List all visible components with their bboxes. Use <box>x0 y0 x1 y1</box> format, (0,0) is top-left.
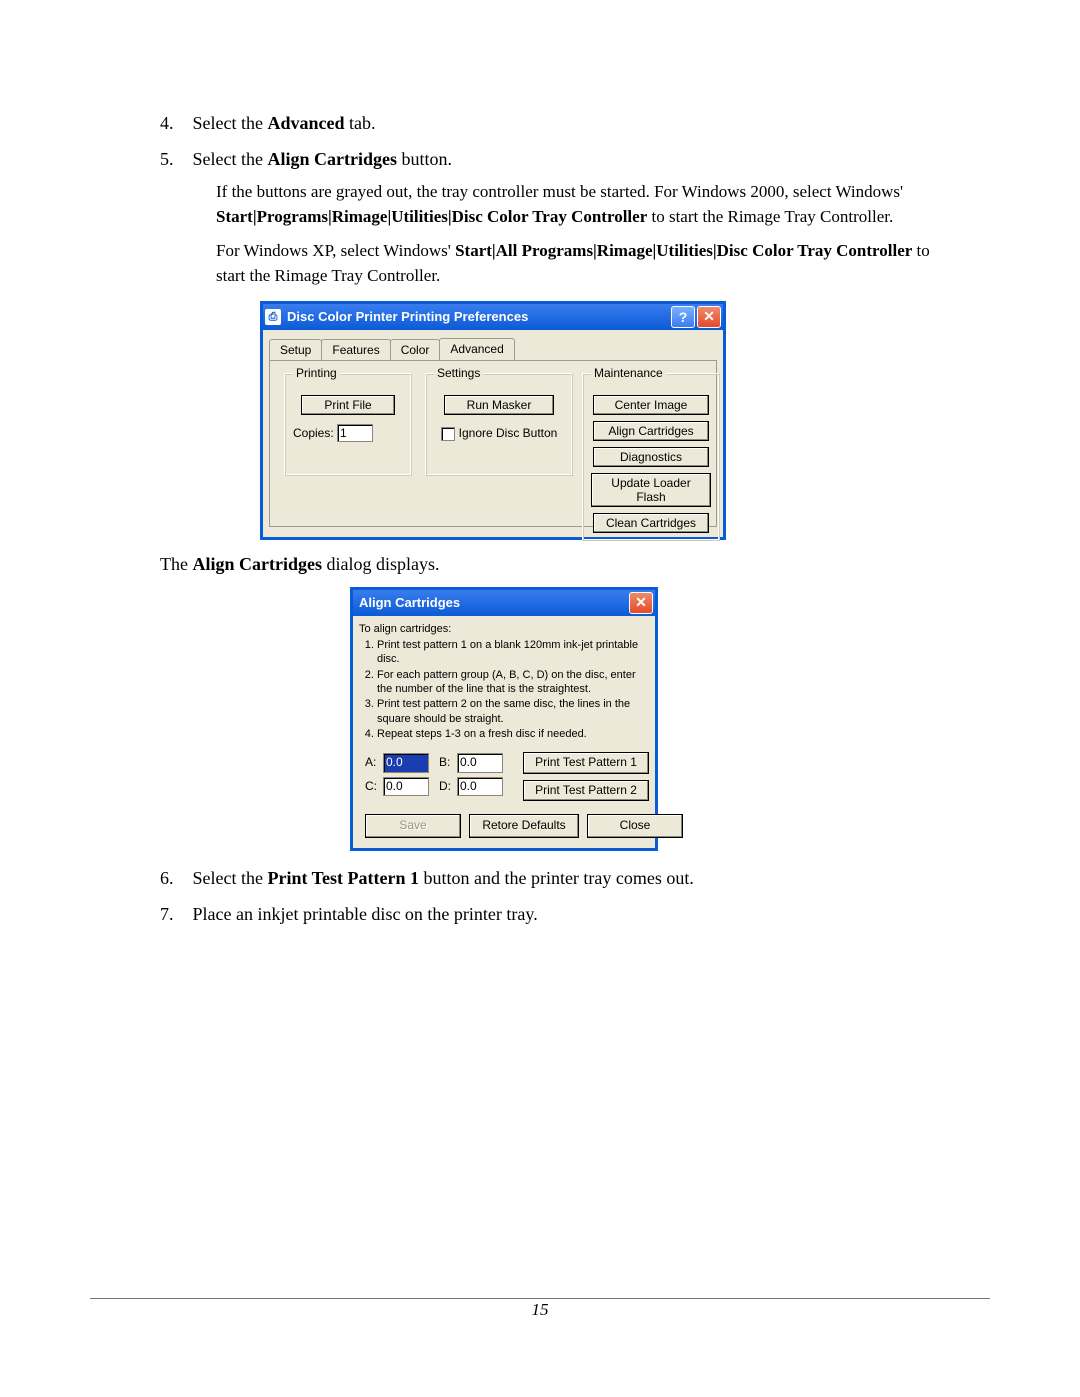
copies-input[interactable]: 1 <box>337 424 373 442</box>
page-number: 15 <box>0 1300 1080 1320</box>
instruction-list-cont: 6. Select the Print Test Pattern 1 butto… <box>160 865 960 927</box>
step-6-number: 6. <box>160 865 188 891</box>
print-test-pattern-1-button[interactable]: Print Test Pattern 1 <box>523 752 649 774</box>
group-settings: Settings Run Masker Ignore Disc Button <box>425 373 573 476</box>
input-c[interactable]: 0.0 <box>383 777 429 797</box>
print-file-button[interactable]: Print File <box>301 395 395 415</box>
step-5-text-c: button. <box>397 149 452 169</box>
step-7: 7. Place an inkjet printable disc on the… <box>188 901 960 927</box>
step-7-number: 7. <box>160 901 188 927</box>
step-5-number: 5. <box>160 146 188 172</box>
step-5-note-2: For Windows XP, select Windows' Start|Al… <box>216 239 960 288</box>
close-dialog-button[interactable]: Close <box>587 814 683 838</box>
label-a: A: <box>365 755 383 771</box>
label-d: D: <box>439 779 457 795</box>
align-intro: To align cartridges: <box>359 622 649 636</box>
printer-icon: ⎙ <box>265 309 281 325</box>
align-close-button[interactable]: ✕ <box>629 592 653 614</box>
ignore-disc-checkbox[interactable] <box>441 427 455 441</box>
align-cartridges-dialog: Align Cartridges ✕ To align cartridges: … <box>350 587 960 851</box>
step-4-text-b: Advanced <box>267 113 344 133</box>
step-5-text-b: Align Cartridges <box>267 149 397 169</box>
preferences-titlebar[interactable]: ⎙ Disc Color Printer Printing Preference… <box>263 304 723 330</box>
ignore-disc-label: Ignore Disc Button <box>459 426 558 440</box>
save-button[interactable]: Save <box>365 814 461 838</box>
step-4-text-a: Select the <box>193 113 268 133</box>
align-step-1: Print test pattern 1 on a blank 120mm in… <box>377 638 649 667</box>
tab-color[interactable]: Color <box>390 339 441 360</box>
step-4-number: 4. <box>160 110 188 136</box>
mid-paragraph: The Align Cartridges dialog displays. <box>160 554 960 575</box>
align-titlebar[interactable]: Align Cartridges ✕ <box>353 590 655 616</box>
group-maintenance-legend: Maintenance <box>591 366 666 380</box>
tab-setup[interactable]: Setup <box>269 339 322 360</box>
print-test-pattern-2-button[interactable]: Print Test Pattern 2 <box>523 780 649 802</box>
copies-label: Copies: <box>293 426 334 440</box>
step-6: 6. Select the Print Test Pattern 1 butto… <box>188 865 960 891</box>
footer-separator <box>90 1298 990 1299</box>
step-5-text-a: Select the <box>193 149 268 169</box>
label-c: C: <box>365 779 383 795</box>
group-printing: Printing Print File Copies: 1 <box>284 373 412 476</box>
input-a[interactable]: 0.0 <box>383 753 429 773</box>
preferences-title-text: Disc Color Printer Printing Preferences <box>287 309 669 324</box>
center-image-button[interactable]: Center Image <box>593 395 709 415</box>
instruction-list: 4. Select the Advanced tab. 5. Select th… <box>160 110 960 289</box>
clean-cartridges-button[interactable]: Clean Cartridges <box>593 513 709 533</box>
close-button[interactable]: ✕ <box>697 306 721 328</box>
align-step-4: Repeat steps 1-3 on a fresh disc if need… <box>377 727 649 741</box>
align-steps: Print test pattern 1 on a blank 120mm in… <box>377 638 649 741</box>
help-button[interactable]: ? <box>671 306 695 328</box>
align-step-3: Print test pattern 2 on the same disc, t… <box>377 697 649 726</box>
tab-features[interactable]: Features <box>321 339 390 360</box>
group-settings-legend: Settings <box>434 366 483 380</box>
step-5: 5. Select the Align Cartridges button. I… <box>188 146 960 289</box>
diagnostics-button[interactable]: Diagnostics <box>593 447 709 467</box>
input-b[interactable]: 0.0 <box>457 753 503 773</box>
input-d[interactable]: 0.0 <box>457 777 503 797</box>
step-5-note-1: If the buttons are grayed out, the tray … <box>216 180 960 229</box>
align-step-2: For each pattern group (A, B, C, D) on t… <box>377 668 649 697</box>
preferences-window: ⎙ Disc Color Printer Printing Preference… <box>260 301 960 540</box>
run-masker-button[interactable]: Run Masker <box>444 395 554 415</box>
update-loader-button[interactable]: Update Loader Flash <box>591 473 711 507</box>
step-4-text-c: tab. <box>345 113 376 133</box>
group-printing-legend: Printing <box>293 366 340 380</box>
step-4: 4. Select the Advanced tab. <box>188 110 960 136</box>
tab-advanced[interactable]: Advanced <box>439 338 514 360</box>
label-b: B: <box>439 755 457 771</box>
align-title-text: Align Cartridges <box>355 595 627 610</box>
align-cartridges-button[interactable]: Align Cartridges <box>593 421 709 441</box>
group-maintenance: Maintenance Center Image Align Cartridge… <box>582 373 720 541</box>
restore-defaults-button[interactable]: Retore Defaults <box>469 814 579 838</box>
